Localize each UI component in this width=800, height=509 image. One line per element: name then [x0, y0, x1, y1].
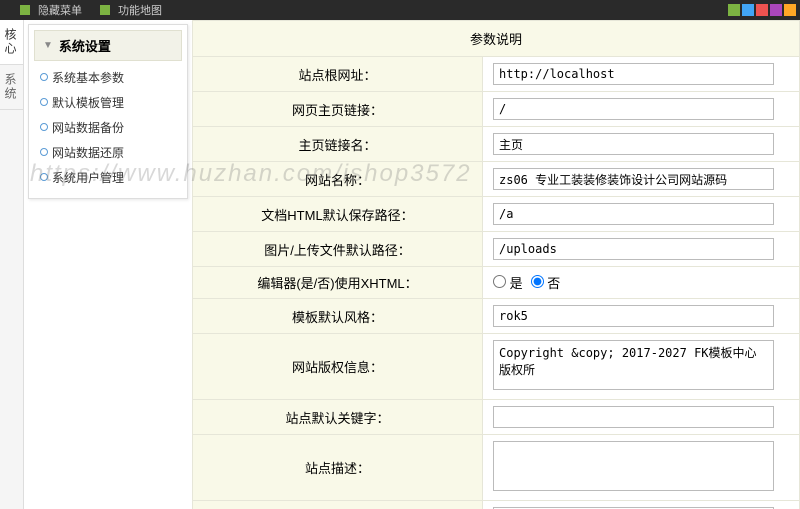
table-header: 参数说明 [193, 21, 800, 57]
sidebar-item[interactable]: 系统基本参数 [34, 65, 182, 90]
sidebar-title[interactable]: ▼ 系统设置 [34, 30, 182, 61]
sidebar-item[interactable]: 网站数据备份 [34, 115, 182, 140]
square-icon [20, 5, 30, 15]
param-value [483, 334, 800, 400]
sidebar-menu: 系统基本参数默认模板管理网站数据备份网站数据还原系统用户管理 [34, 61, 182, 194]
radio-option[interactable]: 是 [493, 276, 523, 291]
param-label: 文档HTML默认保存路径： [193, 197, 483, 232]
param-label: 站点默认关键字： [193, 400, 483, 435]
param-value [483, 400, 800, 435]
param-value [483, 299, 800, 334]
params-table: 参数说明 站点根网址：网页主页链接：主页链接名：网站名称：文档HTML默认保存路… [192, 20, 800, 509]
topbar: 隐藏菜单 功能地图 [0, 0, 800, 20]
textarea-input[interactable] [493, 441, 774, 491]
theme-color[interactable] [742, 4, 754, 16]
param-value [483, 57, 800, 92]
theme-color[interactable] [784, 4, 796, 16]
topbar-favorites[interactable]: 隐藏菜单 [38, 2, 82, 18]
param-label: 图片/上传文件默认路径： [193, 232, 483, 267]
param-value [483, 92, 800, 127]
theme-color[interactable] [756, 4, 768, 16]
sidebar-item[interactable]: 网站数据还原 [34, 140, 182, 165]
sidebar: ▼ 系统设置 系统基本参数默认模板管理网站数据备份网站数据还原系统用户管理 [28, 24, 188, 199]
text-input[interactable] [493, 203, 774, 225]
text-input[interactable] [493, 305, 774, 327]
param-value [483, 435, 800, 501]
sidebar-item[interactable]: 系统用户管理 [34, 165, 182, 190]
param-label: 网站版权信息： [193, 334, 483, 400]
theme-color-picker[interactable] [728, 4, 796, 16]
param-value [483, 501, 800, 509]
topbar-sitemap[interactable]: 功能地图 [118, 2, 162, 18]
param-label: 模板默认风格： [193, 299, 483, 334]
param-label: 网页主页链接： [193, 92, 483, 127]
text-input[interactable] [493, 406, 774, 428]
text-input[interactable] [493, 133, 774, 155]
param-value: 是 否 [483, 267, 800, 299]
param-value [483, 162, 800, 197]
radio-option[interactable]: 否 [531, 276, 561, 291]
side-tabs: 核心系统 [0, 20, 24, 509]
side-tab-系统[interactable]: 系统 [0, 65, 23, 110]
param-label: 网站名称： [193, 162, 483, 197]
param-value [483, 232, 800, 267]
sidebar-title-text: 系统设置 [59, 36, 111, 55]
main-content: 参数说明 站点根网址：网页主页链接：主页链接名：网站名称：文档HTML默认保存路… [192, 20, 800, 509]
param-label: 主页链接名： [193, 127, 483, 162]
theme-color[interactable] [770, 4, 782, 16]
text-input[interactable] [493, 63, 774, 85]
textarea-input[interactable] [493, 340, 774, 390]
square-icon [100, 5, 110, 15]
param-value [483, 127, 800, 162]
chevron-down-icon: ▼ [43, 40, 53, 51]
param-label: 编辑器(是/否)使用XHTML： [193, 267, 483, 299]
radio-input[interactable] [493, 275, 506, 288]
param-value [483, 197, 800, 232]
param-label: 站点根网址： [193, 57, 483, 92]
theme-color[interactable] [728, 4, 740, 16]
param-label: 站点描述： [193, 435, 483, 501]
text-input[interactable] [493, 168, 774, 190]
side-tab-核心[interactable]: 核心 [0, 20, 23, 65]
text-input[interactable] [493, 98, 774, 120]
sidebar-item[interactable]: 默认模板管理 [34, 90, 182, 115]
text-input[interactable] [493, 238, 774, 260]
param-label: 网站备案号： [193, 501, 483, 509]
radio-input[interactable] [531, 275, 544, 288]
